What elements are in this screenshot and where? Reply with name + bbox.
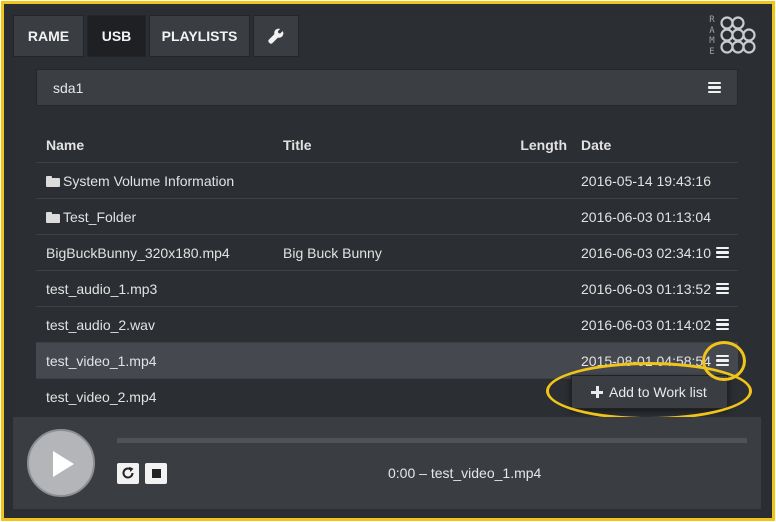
row-name-cell: Test_Folder — [46, 209, 136, 225]
player-bar: 0:00 – test_video_1.mp4 — [13, 417, 761, 509]
row-name: test_audio_1.mp3 — [46, 281, 158, 297]
table-row[interactable]: test_audio_1.mp3 2016-06-03 01:13:52 — [36, 271, 738, 307]
wrench-icon — [268, 28, 284, 44]
row-name-cell: System Volume Information — [46, 173, 234, 189]
column-header-title[interactable]: Title — [283, 137, 312, 153]
column-header-name[interactable]: Name — [46, 137, 84, 153]
row-menu-icon[interactable] — [716, 247, 729, 258]
row-name: BigBuckBunny_320x180.mp4 — [46, 245, 230, 261]
row-menu-icon[interactable] — [716, 283, 729, 294]
highlight-oval-popup — [546, 362, 752, 420]
menu-icon[interactable] — [708, 82, 721, 93]
tab-settings[interactable] — [253, 15, 299, 57]
table-row[interactable]: BigBuckBunny_320x180.mp4 Big Buck Bunny … — [36, 235, 738, 271]
table-row[interactable]: Test_Folder 2016-06-03 01:13:04 — [36, 199, 738, 235]
top-nav: RAME USB PLAYLISTS — [13, 15, 299, 57]
stop-button[interactable] — [145, 463, 167, 484]
device-selector[interactable]: sda1 — [36, 69, 738, 106]
play-icon — [53, 451, 74, 477]
tab-rame[interactable]: RAME — [13, 15, 84, 57]
row-menu-icon[interactable] — [716, 319, 729, 330]
column-header-length[interactable]: Length — [520, 137, 567, 153]
row-name: test_audio_2.wav — [46, 317, 155, 333]
repeat-button[interactable] — [117, 463, 139, 484]
row-date: 2016-06-03 01:13:04 — [581, 209, 711, 225]
row-date: 2016-06-03 01:13:52 — [581, 281, 711, 297]
column-header-date[interactable]: Date — [581, 137, 611, 153]
folder-icon — [46, 212, 60, 223]
logo-circles — [720, 16, 756, 54]
rame-logo: RAME — [705, 15, 760, 57]
tab-playlists[interactable]: PLAYLISTS — [149, 15, 250, 57]
table-row[interactable]: test_audio_2.wav 2016-06-03 01:14:02 — [36, 307, 738, 343]
row-title: Big Buck Bunny — [283, 245, 382, 261]
row-name: System Volume Information — [63, 173, 235, 189]
play-button[interactable] — [27, 429, 95, 497]
device-label: sda1 — [53, 79, 84, 96]
table-header: Name Title Length Date — [36, 128, 738, 163]
folder-icon — [46, 176, 60, 187]
logo-wordmark: RAME — [709, 15, 715, 57]
row-date: 2016-05-14 19:43:16 — [581, 173, 711, 189]
row-name: test_video_2.mp4 — [46, 389, 157, 405]
repeat-icon — [122, 466, 134, 479]
now-playing: 0:00 – test_video_1.mp4 — [388, 465, 542, 481]
row-name: Test_Folder — [63, 209, 137, 225]
table-row[interactable]: System Volume Information 2016-05-14 19:… — [36, 163, 738, 199]
row-date: 2016-06-03 02:34:10 — [581, 245, 711, 261]
progress-bar[interactable] — [117, 438, 747, 443]
row-name: test_video_1.mp4 — [46, 353, 157, 369]
row-date: 2016-06-03 01:14:02 — [581, 317, 711, 333]
tab-usb[interactable]: USB — [87, 15, 146, 57]
